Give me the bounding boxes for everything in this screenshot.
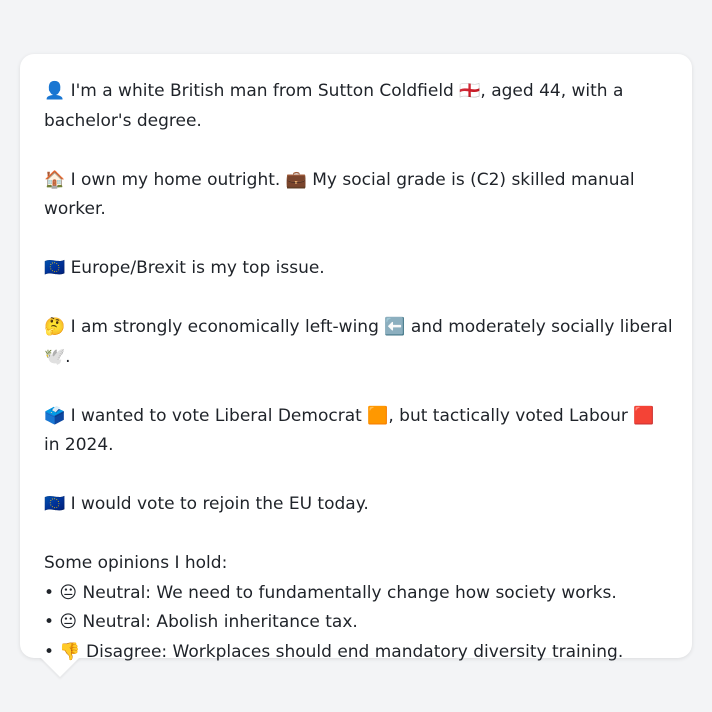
opinion-item: • 😐 Neutral: We need to fundamentally ch… — [44, 582, 617, 603]
ideology-paragraph: 🤔 I am strongly economically left-wing ⬅… — [44, 317, 673, 367]
message-content: 👤 I'm a white British man from Sutton Co… — [44, 77, 674, 667]
identity-paragraph: 👤 I'm a white British man from Sutton Co… — [44, 81, 624, 131]
home-grade-paragraph: 🏠 I own my home outright. 💼 My social gr… — [44, 169, 635, 220]
opinion-item: • 😐 Neutral: Abolish inheritance tax. — [44, 612, 358, 632]
top-issue-paragraph: 🇪🇺 Europe/Brexit is my top issue. — [44, 258, 325, 278]
opinions-paragraph: Some opinions I hold: • 😐 Neutral: We ne… — [44, 549, 674, 667]
rejoin-paragraph: 🇪🇺 I would vote to rejoin the EU today. — [44, 494, 369, 514]
vote-paragraph: 🗳️ I wanted to vote Liberal Democrat 🟧, … — [44, 405, 655, 456]
opinions-heading: Some opinions I hold: — [44, 553, 228, 573]
opinion-item: • 👎 Disagree: Workplaces should end mand… — [44, 641, 624, 662]
